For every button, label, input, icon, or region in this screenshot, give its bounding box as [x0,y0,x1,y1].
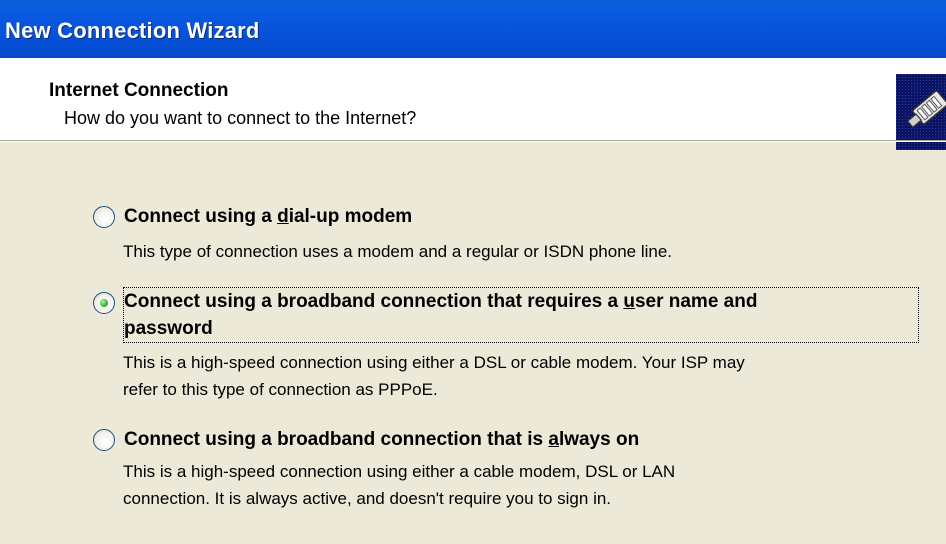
option-dialup-label[interactable]: Connect using a dial-up modem [124,203,412,230]
page-heading: Internet Connection [49,80,229,101]
page-subheading: How do you want to connect to the Intern… [64,108,417,128]
network-cable-icon [896,74,946,150]
option-dialup-description: This type of connection uses a modem and… [123,242,673,261]
accelerator-key: a [548,429,559,450]
label-text: ser name and [634,291,758,312]
radio-selected-dot [100,299,108,307]
window-title: New Connection Wizard [5,18,260,43]
description-line: refer to this type of connection as PPPo… [123,380,438,399]
label-text: Connect using a broadband connection tha… [124,291,624,312]
radio-dialup[interactable] [93,206,115,228]
accelerator-key: d [277,206,289,227]
description-line: This is a high-speed connection using ei… [123,462,676,481]
label-text: password [124,318,213,339]
option-broadband-pppoe-label[interactable]: Connect using a broadband connection tha… [123,287,919,343]
radio-broadband-pppoe[interactable] [93,292,115,314]
description-line: connection. It is always active, and doe… [123,489,612,508]
wizard-header: Internet Connection How do you want to c… [0,58,946,150]
accelerator-key: u [623,291,635,312]
label-text: Connect using a [124,206,278,227]
label-text: lways on [558,429,640,450]
option-broadband-always-on-label[interactable]: Connect using a broadband connection tha… [124,426,639,453]
option-broadband-always-on-description: This is a high-speed connection using ei… [123,458,675,512]
label-text: Connect using a broadband connection tha… [124,429,549,450]
description-line: This is a high-speed connection using ei… [123,353,745,372]
radio-broadband-always-on[interactable] [93,429,115,451]
option-broadband-pppoe-description: This is a high-speed connection using ei… [123,349,745,403]
title-bar[interactable]: New Connection Wizard [0,0,946,58]
label-text: ial-up modem [288,206,413,227]
header-separator [0,140,946,142]
